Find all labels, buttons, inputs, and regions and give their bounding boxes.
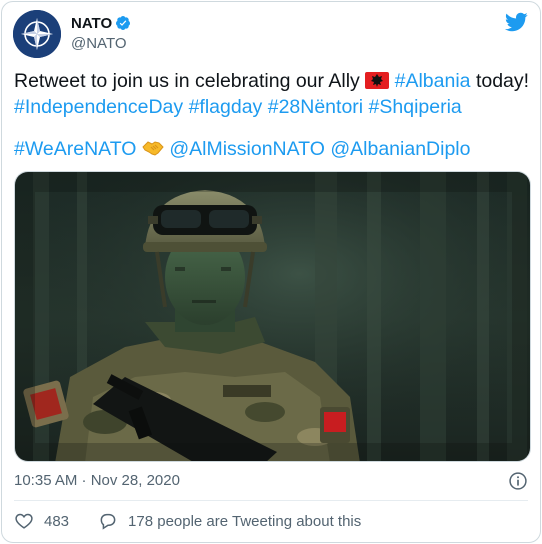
handle[interactable]: @NATO (71, 35, 131, 52)
hashtag-shqiperia[interactable]: #Shqiperia (369, 96, 462, 118)
tweet-line-2: #IndependenceDay #flagday #28Nëntori #Sh… (14, 94, 534, 120)
like-count: 483 (44, 512, 70, 530)
author-names: NATO @NATO (71, 13, 131, 52)
speech-bubble-icon (100, 513, 116, 530)
tweet-text: Retweet to join us in celebrating our Al… (14, 68, 534, 162)
soldier-photo (15, 172, 530, 461)
display-name-row: NATO (71, 13, 131, 33)
hashtag-flagday[interactable]: #flagday (189, 96, 263, 118)
verified-badge-icon (116, 16, 131, 30)
hashtag-wearenato[interactable]: #WeAreNATO (14, 138, 136, 160)
tweet-actions: 483 178 people are Tweeting about this (14, 508, 361, 534)
twitter-bird-icon[interactable] (504, 10, 528, 34)
tweet-card: NATO @NATO Retweet to join us in celebra… (1, 1, 541, 543)
tweet-paragraph-gap (14, 120, 534, 136)
reply-label: 178 people are Tweeting about this (128, 512, 362, 530)
nato-compass-icon (13, 10, 61, 58)
divider (14, 500, 528, 501)
tweet-line-3: #WeAreNATO @AlMissionNATO @AlbanianDiplo (14, 136, 534, 162)
tweet-text-suffix: today! (470, 70, 530, 92)
tweet-header: NATO @NATO (13, 10, 530, 58)
handshake-icon (142, 138, 164, 165)
display-name[interactable]: NATO (71, 15, 112, 32)
hashtag-independenceday[interactable]: #IndependenceDay (14, 96, 183, 118)
tweet-meta: 10:35 AM · Nov 28, 2020 (14, 470, 528, 492)
heart-icon (15, 513, 33, 529)
timestamp[interactable]: 10:35 AM · Nov 28, 2020 (14, 472, 180, 489)
albania-flag-icon (365, 72, 390, 89)
tweet-media-photo[interactable] (14, 171, 531, 462)
reply-action[interactable]: 178 people are Tweeting about this (98, 511, 361, 531)
tweet-text-prefix: Retweet to join us in celebrating our Al… (14, 70, 366, 92)
avatar[interactable] (13, 10, 61, 58)
like-action[interactable]: 483 (14, 511, 69, 531)
tweet-line-1: Retweet to join us in celebrating our Al… (14, 68, 534, 94)
info-icon[interactable] (508, 471, 528, 491)
mention-almissionnato[interactable]: @AlMissionNATO (169, 138, 325, 160)
mention-albaniandiplo[interactable]: @AlbanianDiplo (330, 138, 470, 160)
hashtag-28nentori[interactable]: #28Nëntori (268, 96, 363, 118)
hashtag-albania[interactable]: #Albania (395, 70, 471, 92)
